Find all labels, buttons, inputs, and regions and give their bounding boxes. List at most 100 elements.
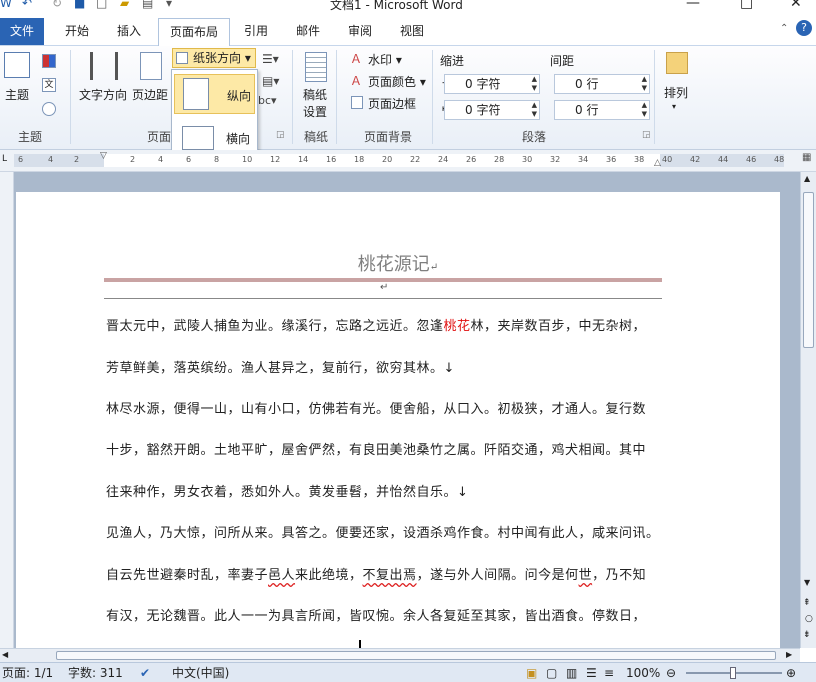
horizontal-scrollbar[interactable]: ◀ ▶ (0, 648, 800, 662)
previous-page-icon[interactable]: ⇞ (803, 598, 811, 608)
web-layout-view-icon[interactable]: ▥ (566, 663, 577, 682)
draft-paper-settings-line1[interactable]: 稿纸 (303, 86, 327, 103)
document-page[interactable]: 桃花源记↵ ↵ 晋太元中，武陵人捕鱼为业。缘溪行，忘路之远近。忽逢桃花林，夹岸数… (16, 192, 780, 648)
orientation-portrait-item[interactable]: 纵向 (174, 74, 255, 114)
body-line-1[interactable]: 晋太元中，武陵人捕鱼为业。缘溪行，忘路之远近。忽逢桃花林，夹岸数百步，中无杂树， (106, 315, 646, 334)
body-line-7[interactable]: 自云先世避秦时乱，率妻子邑人来此绝境，不复出焉，遂与外人间隔。问今是何世，乃不知 (106, 564, 646, 583)
view-ruler-icon[interactable]: ▦ (802, 152, 811, 163)
word-icon[interactable]: W (0, 0, 12, 10)
spelling-check-icon[interactable]: ✔ (140, 663, 150, 682)
redo-icon[interactable]: ↻ (52, 0, 62, 10)
body-line-8[interactable]: 有汉，无论魏晋。此人一一为具言所闻，皆叹惋。余人各复延至其家，皆出酒食。停数日， (106, 605, 646, 624)
page-count[interactable]: 页面: 1/1 (2, 663, 53, 682)
page-setup-launcher-icon[interactable]: ◲ (276, 130, 285, 140)
page-borders-button[interactable]: 页面边框 (368, 95, 416, 112)
draft-view-icon[interactable]: ≡ (604, 663, 614, 682)
undo-icon[interactable]: ↶ (22, 0, 32, 10)
text-direction-button[interactable]: 文字方向 (79, 86, 127, 103)
hyphenation-icon[interactable]: bc▾ (258, 94, 277, 107)
arrange-button[interactable]: 排列 (664, 84, 688, 101)
scroll-left-icon[interactable]: ◀ (2, 650, 8, 659)
ruler-tick-label: 16 (326, 155, 337, 164)
zoom-level[interactable]: 100% (626, 663, 660, 682)
new-doc-icon[interactable]: □ (96, 0, 107, 10)
scroll-right-icon[interactable]: ▶ (786, 650, 792, 659)
close-icon[interactable]: ✕ (790, 0, 802, 11)
tab-view[interactable]: 视图 (390, 18, 434, 46)
indent-right-field[interactable]: 0 字符 ▲ ▼ (444, 100, 540, 120)
text-direction-icon[interactable] (90, 52, 118, 80)
help-icon[interactable]: ? (796, 20, 812, 36)
vertical-ruler[interactable] (0, 172, 14, 648)
margins-icon[interactable] (140, 52, 162, 80)
paragraph-mark: ↵ (380, 282, 389, 293)
open-icon[interactable]: ▰ (120, 0, 129, 10)
body-line-6[interactable]: 见渔人，乃大惊，问所从来。具答之。便要还家，设酒杀鸡作食。村中闻有此人，咸来问讯… (106, 522, 660, 541)
print-icon[interactable]: ▤ (142, 0, 153, 10)
zoom-slider-thumb[interactable] (730, 667, 736, 679)
draft-paper-icon[interactable] (305, 52, 327, 82)
print-layout-view-icon[interactable]: ▣ (526, 663, 537, 682)
full-screen-view-icon[interactable]: ▢ (546, 663, 557, 682)
hscroll-thumb[interactable] (56, 651, 776, 660)
maximize-icon[interactable]: □ (740, 0, 753, 11)
theme-fonts-icon[interactable]: 文 (42, 78, 56, 92)
scroll-up-icon[interactable]: ▲ (804, 174, 810, 183)
size-icon[interactable]: ☰▾ (262, 52, 279, 66)
ruler-tick-label: 48 (774, 155, 785, 164)
paragraph-group-label: 段落 (522, 130, 547, 144)
tab-page-layout[interactable]: 页面布局 (158, 18, 230, 47)
tab-file[interactable]: 文件 (0, 18, 44, 45)
tab-insert[interactable]: 插入 (104, 18, 154, 46)
ruler-tick-label: 8 (214, 155, 220, 164)
body-line-4[interactable]: 十步，豁然开朗。土地平旷，屋舍俨然，有良田美池桑竹之属。阡陌交通，鸡犬相闻。其中 (106, 439, 646, 458)
draft-paper-settings-line2[interactable]: 设置 (303, 103, 327, 120)
ruler-tick-label: 28 (494, 155, 505, 164)
outline-view-icon[interactable]: ☰ (586, 663, 597, 682)
tab-selector-icon[interactable]: L (2, 154, 7, 164)
body-line-2[interactable]: 芳草鲜美，落英缤纷。渔人甚异之，复前行，欲穷其林。↓ (106, 357, 455, 376)
indent-left-field[interactable]: 0 字符 ▲ ▼ (444, 74, 540, 94)
collapse-ribbon-icon[interactable]: ⌃ (780, 23, 788, 34)
watermark-button[interactable]: 水印 ▾ (368, 51, 402, 68)
arrange-icon[interactable] (666, 52, 688, 74)
themes-button[interactable]: 主题 (5, 86, 29, 103)
word-count[interactable]: 字数: 311 (68, 663, 123, 682)
minimize-icon[interactable]: — (686, 0, 700, 11)
customize-qa-icon[interactable]: ▾ (166, 0, 172, 10)
scroll-thumb[interactable] (803, 192, 814, 348)
next-page-icon[interactable]: ⇟ (803, 630, 811, 640)
tab-mailings[interactable]: 邮件 (286, 18, 330, 46)
themes-icon[interactable] (4, 52, 30, 78)
indent-marker-icon[interactable]: ▽ (100, 151, 107, 161)
paragraph-launcher-icon[interactable]: ◲ (642, 130, 651, 140)
save-icon[interactable]: ■ (74, 0, 85, 10)
theme-effects-icon[interactable] (42, 102, 56, 116)
scroll-down-icon[interactable]: ▼ (804, 578, 810, 587)
tab-home[interactable]: 开始 (52, 18, 102, 46)
ruler-tick-label: 22 (410, 155, 421, 164)
theme-colors-icon[interactable] (42, 54, 56, 68)
vertical-scrollbar[interactable]: ▲ ▼ ⇞ ○ ⇟ (800, 172, 816, 648)
zoom-in-icon[interactable]: ⊕ (786, 663, 796, 682)
language-indicator[interactable]: 中文(中国) (172, 663, 229, 682)
zoom-out-icon[interactable]: ⊖ (666, 663, 676, 682)
themes-group-label: 主题 (18, 130, 43, 144)
body-line-3[interactable]: 林尽水源，便得一山，山有小口，仿佛若有光。便舍船，从口入。初极狭，才通人。复行数 (106, 398, 646, 417)
document-title[interactable]: 桃花源记↵ (16, 250, 780, 276)
page-color-button[interactable]: 页面颜色 ▾ (368, 73, 426, 90)
tab-references[interactable]: 引用 (234, 18, 278, 46)
spacing-after-field[interactable]: 0 行 ▲ ▼ (554, 100, 650, 120)
horizontal-ruler[interactable]: L 6 4 2 2 4 6 8 10 12 14 16 18 20 22 24 26 28 30 32 34 36 38 4… (0, 150, 816, 172)
margins-button[interactable]: 页边距 (132, 86, 168, 103)
arrange-dropdown-icon[interactable]: ▾ (672, 102, 676, 111)
draft-paper-group-label: 稿纸 (304, 130, 329, 144)
right-indent-marker-icon[interactable]: △ (654, 158, 661, 168)
columns-icon[interactable]: ▤▾ (262, 74, 279, 88)
spacing-before-field[interactable]: 0 行 ▲ ▼ (554, 74, 650, 94)
tab-review[interactable]: 审阅 (338, 18, 382, 46)
ruler-tick-label: 34 (578, 155, 589, 164)
body-line-5[interactable]: 往来种作，男女衣着，悉如外人。黄发垂髫，并怡然自乐。↓ (106, 481, 468, 500)
browse-object-icon[interactable]: ○ (805, 614, 813, 624)
ribbon: 主题 文 主题 文字方向 页边距 纸张方向 ▾ 页面设置 ☰▾ ▤▾ bc▾ ◲… (0, 46, 816, 150)
